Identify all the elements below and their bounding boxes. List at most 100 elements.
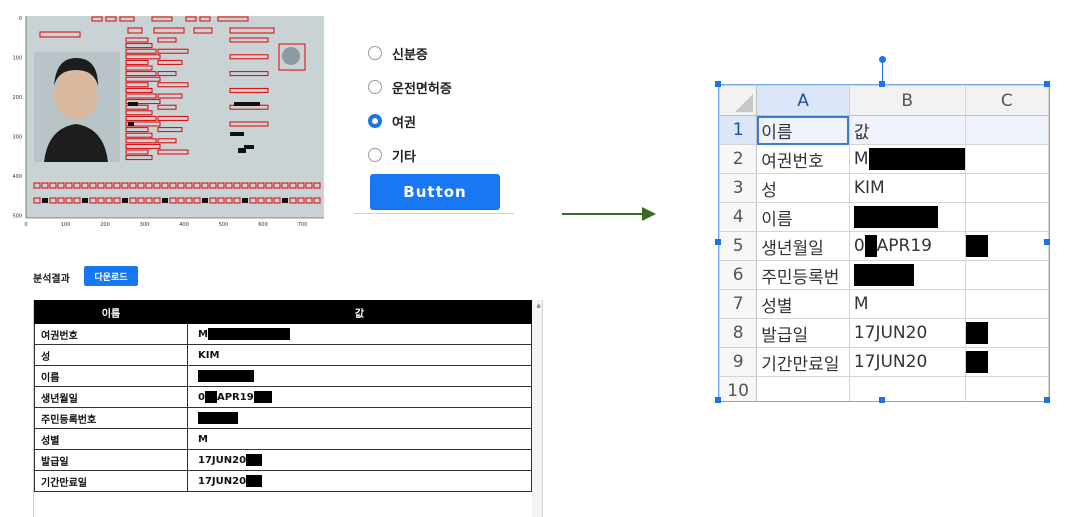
x-tick-labels: 0 100 200 300 400 500 600 700 (24, 222, 307, 228)
row-header[interactable]: 1 (719, 115, 758, 145)
column-header-b[interactable]: B (848, 85, 966, 116)
radio-unchecked-icon[interactable] (368, 148, 382, 162)
cell-a[interactable]: 기간만료일 (756, 347, 850, 377)
x-tick-label: 0 (24, 222, 27, 228)
cell-a[interactable]: 성별 (756, 289, 850, 319)
row-header[interactable]: 9 (719, 347, 758, 377)
cell-b[interactable] (848, 202, 966, 232)
cell-c[interactable] (964, 115, 1049, 145)
analyze-button[interactable]: Button (370, 174, 500, 210)
resize-handle-top-right[interactable] (1044, 81, 1050, 87)
cell-c[interactable] (964, 347, 1049, 377)
result-table-container: 이름 값 여권번호 M 성 KIM 이름 생년월일 0 APR19 주민등록번호 성별 M 발급일 17… (33, 300, 543, 517)
y-tick-label: 500 (12, 214, 22, 220)
row-header[interactable]: 3 (719, 173, 758, 203)
divider (354, 213, 514, 214)
column-header-a[interactable]: A (756, 85, 850, 116)
cell-b[interactable] (848, 260, 966, 290)
column-header-name: 이름 (34, 300, 188, 324)
radio-checked-icon[interactable] (368, 114, 382, 128)
cell-b[interactable] (848, 376, 966, 401)
cell-c[interactable] (964, 376, 1049, 401)
row-header[interactable]: 7 (719, 289, 758, 319)
row-field-name: 이름 (34, 365, 188, 387)
radio-option[interactable]: 신분증 (368, 42, 428, 64)
table-row: 기간만료일 17JUN20 (34, 470, 532, 492)
radio-option-label: 여권 (392, 115, 416, 131)
cell-c[interactable] (964, 231, 1049, 261)
resize-handle-bottom[interactable] (879, 397, 885, 403)
cell-a[interactable]: 성 (756, 173, 850, 203)
cell-b[interactable]: 17JUN20 (848, 347, 966, 377)
row-header[interactable]: 8 (719, 318, 758, 348)
row-field-value (187, 365, 532, 387)
radio-unchecked-icon[interactable] (368, 46, 382, 60)
cell-a[interactable]: 주민등록번 (756, 260, 850, 290)
y-tick-label: 0 (19, 16, 22, 22)
ocr-redaction (128, 122, 134, 126)
sheet-row: 1 이름 값 (719, 115, 1049, 145)
row-field-value: M (187, 323, 532, 345)
cell-b-text: M (853, 294, 869, 314)
cell-a[interactable]: 발급일 (756, 318, 850, 348)
row-header[interactable]: 6 (719, 260, 758, 290)
redaction-block (868, 148, 965, 170)
resize-handle-left[interactable] (715, 239, 721, 245)
cell-b[interactable]: KIM (848, 173, 966, 203)
row-header[interactable]: 10 (719, 376, 758, 401)
redaction-block (207, 328, 290, 340)
cell-a[interactable]: 생년월일 (756, 231, 850, 261)
download-button[interactable]: 다운로드 (84, 266, 138, 286)
resize-handle-top[interactable] (879, 81, 885, 87)
resize-handle-top-left[interactable] (715, 81, 721, 87)
resize-handle-bottom-right[interactable] (1044, 397, 1050, 403)
row-header[interactable]: 4 (719, 202, 758, 232)
table-row: 성 KIM (34, 344, 532, 366)
cell-b-text-after: APR19 (876, 236, 932, 256)
cell-c[interactable] (964, 202, 1049, 232)
row-header[interactable]: 5 (719, 231, 758, 261)
redaction-block (864, 235, 877, 257)
radio-option[interactable]: 기타 (368, 144, 416, 166)
spreadsheet-object[interactable]: A B C 1 이름 값 2 여권번호 M 3 성 KIM 4 이름 5 생년월일 0 APR19 6 주민등록… (718, 84, 1050, 402)
resize-handle-bottom-left[interactable] (715, 397, 721, 403)
value-text: 17JUN20 (198, 455, 247, 466)
cell-b[interactable]: 0 APR19 (848, 231, 966, 261)
resize-handle-right[interactable] (1044, 239, 1050, 245)
result-table: 이름 값 여권번호 M 성 KIM 이름 생년월일 0 APR19 주민등록번호 성별 M 발급일 17… (34, 300, 532, 492)
column-header-c[interactable]: C (964, 85, 1049, 116)
redaction-block (253, 391, 272, 403)
row-field-name: 발급일 (34, 449, 188, 471)
row-field-value: KIM (187, 344, 532, 366)
cell-c[interactable] (964, 173, 1049, 203)
cell-b[interactable]: 값 (848, 115, 966, 145)
cell-b[interactable]: 17JUN20 (848, 318, 966, 348)
table-scrollbar[interactable]: ▲ (532, 300, 542, 517)
ocr-redaction (230, 132, 244, 136)
cell-c[interactable] (964, 318, 1049, 348)
row-header[interactable]: 2 (719, 144, 758, 174)
ocr-redaction (282, 198, 288, 203)
select-all-corner[interactable] (719, 85, 758, 116)
sheet-row: 2 여권번호 M (719, 144, 1049, 174)
radio-option[interactable]: 여권 (368, 110, 416, 132)
cell-b-text: 17JUN20 (853, 352, 928, 372)
cell-b-text: M (853, 149, 869, 169)
scroll-up-icon[interactable]: ▲ (536, 302, 541, 309)
cell-a[interactable]: 여권번호 (756, 144, 850, 174)
redaction-block (965, 351, 988, 373)
cell-a[interactable] (756, 376, 850, 401)
cell-b[interactable]: M (848, 144, 966, 174)
cell-c[interactable] (964, 144, 1049, 174)
cell-a[interactable]: 이름 (756, 115, 850, 145)
cell-c[interactable] (964, 289, 1049, 319)
radio-option[interactable]: 운전면허증 (368, 76, 452, 98)
cell-c[interactable] (964, 260, 1049, 290)
radio-unchecked-icon[interactable] (368, 80, 382, 94)
cell-a[interactable]: 이름 (756, 202, 850, 232)
redaction-block (246, 475, 263, 487)
result-table-header: 이름 값 (34, 300, 532, 324)
cell-b[interactable]: M (848, 289, 966, 319)
row-field-value: 17JUN20 (187, 470, 532, 492)
sheet-row: 6 주민등록번 (719, 260, 1049, 290)
